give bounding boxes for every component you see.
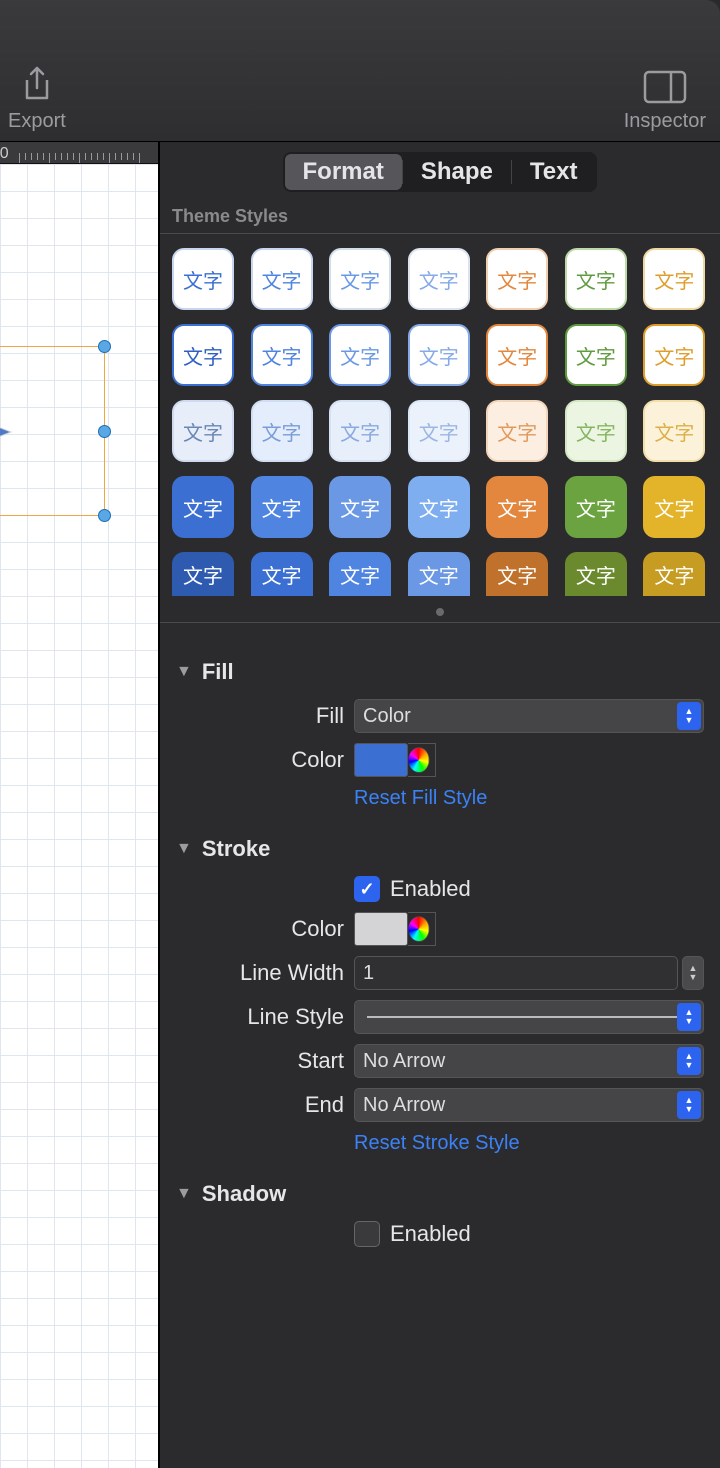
start-arrow-select[interactable]: No Arrow <box>354 1044 704 1078</box>
export-button[interactable]: Export <box>8 64 66 133</box>
selection-handle[interactable] <box>98 340 111 353</box>
theme-style-swatch[interactable]: 文字 <box>408 552 470 596</box>
tab-format[interactable]: Format <box>285 154 402 190</box>
ruler-mark: 900 <box>0 145 9 163</box>
color-picker-button[interactable] <box>408 912 436 946</box>
stroke-enabled-label: Enabled <box>390 876 471 902</box>
stepper-arrows-icon <box>677 702 701 730</box>
shadow-enabled-checkbox[interactable] <box>354 1221 380 1247</box>
fill-color-well[interactable] <box>354 743 408 777</box>
fill-type-label: Fill <box>194 703 344 729</box>
reset-stroke-button[interactable]: Reset Stroke Style <box>354 1132 520 1155</box>
theme-style-swatch[interactable]: 文字 <box>408 400 470 462</box>
shadow-section-title: Shadow <box>202 1181 286 1207</box>
theme-style-swatch[interactable]: 文字 <box>329 400 391 462</box>
stroke-section-header[interactable]: ▼ Stroke <box>176 836 704 862</box>
theme-style-swatch[interactable]: 文字 <box>565 552 627 596</box>
tab-text[interactable]: Text <box>512 154 596 190</box>
theme-style-swatch[interactable]: 文字 <box>329 552 391 596</box>
chevron-down-icon: ▼ <box>176 1185 192 1203</box>
theme-style-swatch[interactable]: 文字 <box>486 552 548 596</box>
line-width-label: Line Width <box>194 960 344 986</box>
theme-style-swatch[interactable]: 文字 <box>172 324 234 386</box>
theme-style-swatch[interactable]: 文字 <box>172 476 234 538</box>
theme-style-swatch[interactable]: 文字 <box>486 324 548 386</box>
line-style-label: Line Style <box>194 1004 344 1030</box>
theme-style-swatch[interactable]: 文字 <box>643 248 705 310</box>
theme-style-swatch[interactable]: 文字 <box>565 400 627 462</box>
start-arrow-label: Start <box>194 1048 344 1074</box>
theme-style-swatch[interactable]: 文字 <box>329 248 391 310</box>
fill-color-label: Color <box>194 747 344 773</box>
theme-style-swatch[interactable]: 文字 <box>251 476 313 538</box>
theme-styles-grid: 文字文字文字文字文字文字文字文字文字文字文字文字文字文字文字文字文字文字文字文字… <box>160 234 720 606</box>
stroke-color-well[interactable] <box>354 912 408 946</box>
toolbar: Export Inspector <box>0 0 720 142</box>
inspector-icon <box>643 70 687 104</box>
line-style-preview <box>367 1016 685 1018</box>
theme-style-swatch[interactable]: 文字 <box>329 476 391 538</box>
line-style-select[interactable] <box>354 1000 704 1034</box>
line-width-input[interactable] <box>354 956 678 990</box>
canvas[interactable] <box>0 164 158 1468</box>
share-icon <box>21 64 53 104</box>
selected-shape-triangle[interactable] <box>0 347 106 517</box>
theme-style-swatch[interactable]: 文字 <box>172 552 234 596</box>
export-label: Export <box>8 110 66 133</box>
fill-section-title: Fill <box>202 659 234 685</box>
theme-style-swatch[interactable]: 文字 <box>565 476 627 538</box>
color-wheel-icon <box>408 747 429 773</box>
theme-style-swatch[interactable]: 文字 <box>408 324 470 386</box>
page-indicator <box>160 606 720 622</box>
inspector-tabs: Format Shape Text <box>283 152 598 192</box>
theme-style-swatch[interactable]: 文字 <box>251 400 313 462</box>
theme-style-swatch[interactable]: 文字 <box>408 476 470 538</box>
theme-style-swatch[interactable]: 文字 <box>408 248 470 310</box>
selection-box[interactable] <box>0 346 105 516</box>
chevron-down-icon: ▼ <box>176 840 192 858</box>
theme-style-swatch[interactable]: 文字 <box>486 248 548 310</box>
tab-shape[interactable]: Shape <box>403 154 511 190</box>
end-arrow-select[interactable]: No Arrow <box>354 1088 704 1122</box>
stepper-arrows-icon <box>677 1003 701 1031</box>
theme-style-swatch[interactable]: 文字 <box>172 400 234 462</box>
theme-style-swatch[interactable]: 文字 <box>251 552 313 596</box>
line-width-stepper[interactable] <box>682 956 704 990</box>
theme-style-swatch[interactable]: 文字 <box>251 248 313 310</box>
selection-handle[interactable] <box>98 509 111 522</box>
theme-style-swatch[interactable]: 文字 <box>643 324 705 386</box>
horizontal-ruler: 900 <box>0 142 158 164</box>
color-wheel-icon <box>408 916 429 942</box>
theme-style-swatch[interactable]: 文字 <box>643 552 705 596</box>
theme-style-swatch[interactable]: 文字 <box>565 324 627 386</box>
theme-style-swatch[interactable]: 文字 <box>251 324 313 386</box>
inspector-panel: Format Shape Text Theme Styles 文字文字文字文字文… <box>158 142 720 1468</box>
theme-style-swatch[interactable]: 文字 <box>486 400 548 462</box>
theme-style-swatch[interactable]: 文字 <box>172 248 234 310</box>
color-picker-button[interactable] <box>408 743 436 777</box>
theme-style-swatch[interactable]: 文字 <box>643 476 705 538</box>
fill-section-header[interactable]: ▼ Fill <box>176 659 704 685</box>
stroke-enabled-checkbox[interactable] <box>354 876 380 902</box>
inspector-label: Inspector <box>624 110 706 133</box>
end-arrow-label: End <box>194 1092 344 1118</box>
canvas-area[interactable]: 900 <box>0 142 158 1468</box>
theme-style-swatch[interactable]: 文字 <box>643 400 705 462</box>
stroke-color-label: Color <box>194 916 344 942</box>
chevron-down-icon: ▼ <box>176 663 192 681</box>
stepper-arrows-icon <box>677 1091 701 1119</box>
theme-style-swatch[interactable]: 文字 <box>486 476 548 538</box>
stepper-arrows-icon <box>677 1047 701 1075</box>
selection-handle[interactable] <box>98 425 111 438</box>
shadow-section-header[interactable]: ▼ Shadow <box>176 1181 704 1207</box>
inspector-button[interactable]: Inspector <box>624 70 706 133</box>
stroke-section-title: Stroke <box>202 836 270 862</box>
fill-type-select[interactable]: Color <box>354 699 704 733</box>
theme-style-swatch[interactable]: 文字 <box>329 324 391 386</box>
reset-fill-button[interactable]: Reset Fill Style <box>354 787 487 810</box>
theme-style-swatch[interactable]: 文字 <box>565 248 627 310</box>
shadow-enabled-label: Enabled <box>390 1221 471 1247</box>
theme-styles-label: Theme Styles <box>160 200 720 233</box>
